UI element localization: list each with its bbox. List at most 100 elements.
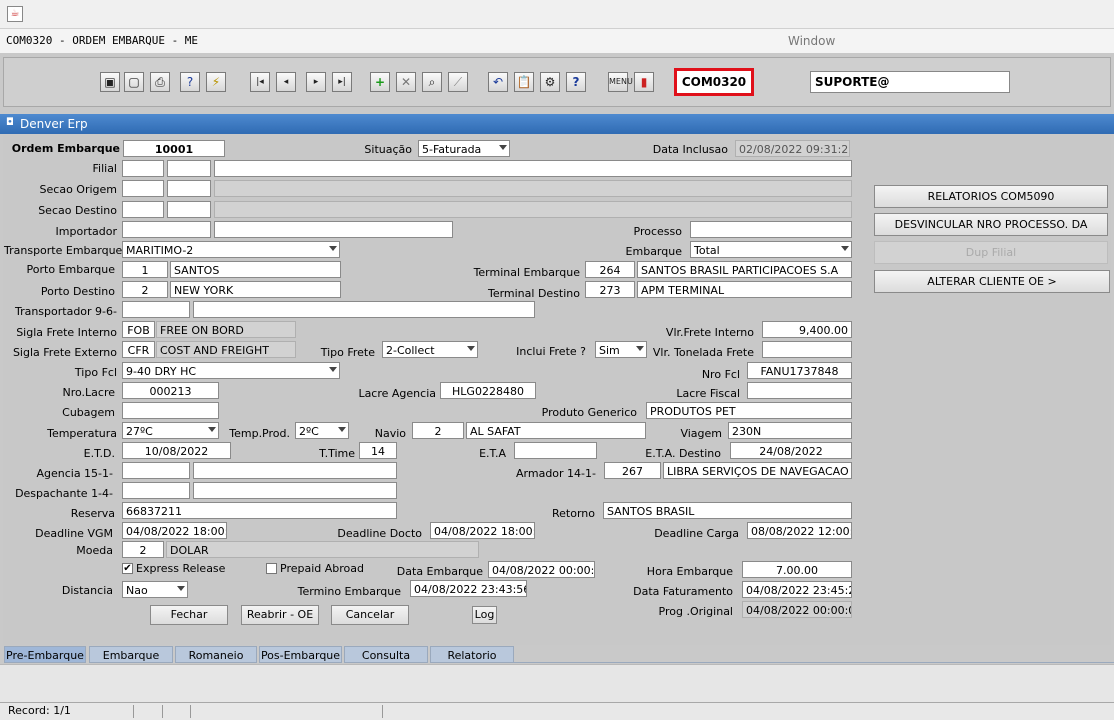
ttime-field[interactable]: 14: [359, 442, 397, 459]
undo-icon[interactable]: ↶: [488, 72, 508, 92]
log-button[interactable]: Log: [472, 606, 497, 624]
tab-consulta[interactable]: Consulta: [344, 646, 428, 663]
processo-field[interactable]: [690, 221, 852, 238]
vlr-frete-interno-field[interactable]: 9,400.00: [762, 321, 852, 338]
tab-relatorio[interactable]: Relatorio: [430, 646, 514, 663]
reserva-field[interactable]: 66837211: [122, 502, 397, 519]
alterar-cliente-oe-button[interactable]: ALTERAR CLIENTE OE >: [874, 270, 1110, 293]
despachante-code-field[interactable]: [122, 482, 190, 499]
tab-embarque[interactable]: Embarque: [89, 646, 173, 663]
delete-record-icon[interactable]: ✕: [396, 72, 416, 92]
armador-code-field[interactable]: 267: [604, 462, 661, 479]
eta-destino-field[interactable]: 24/08/2022: [730, 442, 852, 459]
terminal-destino-code-field[interactable]: 273: [585, 281, 635, 298]
help-icon[interactable]: ?: [566, 72, 586, 92]
deadline-docto-field[interactable]: 04/08/2022 18:00:00: [430, 522, 535, 539]
cubagem-field[interactable]: [122, 402, 219, 419]
inclui-frete-select[interactable]: Sim: [595, 341, 647, 358]
exit-icon[interactable]: ▮: [634, 72, 654, 92]
data-embarque-field[interactable]: 04/08/2022 00:00:00: [488, 561, 595, 578]
despachante-name-field[interactable]: [193, 482, 397, 499]
reabrir-oe-button[interactable]: Reabrir - OE: [241, 605, 319, 625]
terminal-embarque-code-field[interactable]: 264: [585, 261, 635, 278]
embarque-select[interactable]: Total: [690, 241, 852, 258]
execute-query-icon[interactable]: ⚡: [206, 72, 226, 92]
secao-destino-code-field[interactable]: [122, 201, 164, 218]
deadline-carga-field[interactable]: 08/08/2022 12:00:00: [747, 522, 852, 539]
transporte-embarque-select[interactable]: MARITIMO-2: [122, 241, 340, 258]
filial-sub-field[interactable]: [167, 160, 211, 177]
tab-pre-embarque[interactable]: Pre-Embarque: [4, 646, 86, 663]
termino-embarque-field[interactable]: 04/08/2022 23:43:56: [410, 580, 527, 597]
vlr-tonelada-frete-field[interactable]: [762, 341, 852, 358]
porto-destino-label: Porto Destino: [40, 285, 115, 298]
last-record-icon[interactable]: ▸|: [332, 72, 352, 92]
temperatura-select[interactable]: 27ºC: [122, 422, 219, 439]
filial-name-field[interactable]: [214, 160, 852, 177]
terminal-destino-name-field[interactable]: APM TERMINAL: [637, 281, 852, 298]
porto-embarque-code-field[interactable]: 1: [122, 261, 168, 278]
data-faturamento-field[interactable]: 04/08/2022 23:45:26: [742, 581, 852, 598]
tab-pos-embarque[interactable]: Pos-Embarque: [259, 646, 342, 663]
situacao-select[interactable]: 5-Faturada: [418, 140, 510, 157]
sigla-frete-interno-code-field[interactable]: FOB: [122, 321, 155, 338]
window-title: COM0320 - ORDEM EMBARQUE - ME: [6, 34, 199, 47]
desvincular-processo-button[interactable]: DESVINCULAR NRO PROCESSO. DA ORDEM: [874, 213, 1108, 252]
eta-field[interactable]: [514, 442, 597, 459]
temp-prod-select[interactable]: 2ºC: [295, 422, 349, 439]
transportador-code-field[interactable]: [122, 301, 190, 318]
moeda-code-field[interactable]: 2: [122, 541, 164, 558]
hora-embarque-field[interactable]: 7.00.00: [742, 561, 852, 578]
ordem-embarque-field[interactable]: 10001: [123, 140, 225, 157]
prepaid-abroad-checkbox[interactable]: [266, 563, 277, 574]
tab-romaneio[interactable]: Romaneio: [175, 646, 257, 663]
agencia-name-field[interactable]: [193, 462, 397, 479]
navio-name-field[interactable]: AL SAFAT: [466, 422, 646, 439]
importador-code-field[interactable]: [122, 221, 211, 238]
porto-destino-name-field[interactable]: NEW YORK: [170, 281, 341, 298]
secao-origem-code-field[interactable]: [122, 180, 164, 197]
tipo-frete-select[interactable]: 2-Collect: [382, 341, 478, 358]
secao-origem-sub-field[interactable]: [167, 180, 211, 197]
search-icon[interactable]: ⌕: [422, 72, 442, 92]
nro-fcl-field[interactable]: FANU1737848: [747, 362, 852, 379]
terminal-embarque-name-field[interactable]: SANTOS BRASIL PARTICIPACOES S.A: [637, 261, 852, 278]
query-icon[interactable]: ?: [180, 72, 200, 92]
filial-code-field[interactable]: [122, 160, 164, 177]
distancia-select[interactable]: Nao: [122, 581, 188, 598]
cancelar-button[interactable]: Cancelar: [331, 605, 409, 625]
importador-name-field[interactable]: [214, 221, 453, 238]
produto-generico-field[interactable]: PRODUTOS PET: [646, 402, 852, 419]
express-release-checkbox[interactable]: ✔: [122, 563, 133, 574]
transportador-name-field[interactable]: [193, 301, 535, 318]
armador-name-field[interactable]: LIBRA SERVIÇOS DE NAVEGACAO LT: [663, 462, 852, 479]
viagem-field[interactable]: 230N: [728, 422, 852, 439]
retorno-field[interactable]: SANTOS BRASIL: [603, 502, 852, 519]
insert-record-icon[interactable]: +: [370, 72, 390, 92]
navio-code-field[interactable]: 2: [412, 422, 464, 439]
next-record-icon[interactable]: ▸: [306, 72, 326, 92]
settings-icon[interactable]: ⚙: [540, 72, 560, 92]
lacre-agencia-field[interactable]: HLG0228480: [440, 382, 536, 399]
sigla-frete-externo-code-field[interactable]: CFR: [122, 341, 155, 358]
etd-field[interactable]: 10/08/2022: [122, 442, 231, 459]
menu-window[interactable]: Window: [788, 33, 835, 49]
previous-record-icon[interactable]: ◂: [276, 72, 296, 92]
first-record-icon[interactable]: |◂: [250, 72, 270, 92]
porto-embarque-name-field[interactable]: SANTOS: [170, 261, 341, 278]
menu-icon[interactable]: MENU: [608, 72, 633, 92]
clipboard-icon[interactable]: 📋: [514, 72, 534, 92]
window-icon[interactable]: ▢: [124, 72, 144, 92]
agencia-code-field[interactable]: [122, 462, 190, 479]
relatorios-com5090-button[interactable]: RELATORIOS COM5090: [874, 185, 1108, 208]
clear-icon[interactable]: ⟋: [448, 72, 468, 92]
nro-lacre-field[interactable]: 000213: [122, 382, 219, 399]
deadline-vgm-field[interactable]: 04/08/2022 18:00:00: [122, 522, 227, 539]
save-icon[interactable]: ▣: [100, 72, 120, 92]
lacre-fiscal-field[interactable]: [747, 382, 852, 399]
secao-destino-sub-field[interactable]: [167, 201, 211, 218]
porto-destino-code-field[interactable]: 2: [122, 281, 168, 298]
tipo-fcl-select[interactable]: 9-40 DRY HC: [122, 362, 340, 379]
print-icon[interactable]: ⎙: [150, 72, 170, 92]
fechar-button[interactable]: Fechar: [150, 605, 228, 625]
